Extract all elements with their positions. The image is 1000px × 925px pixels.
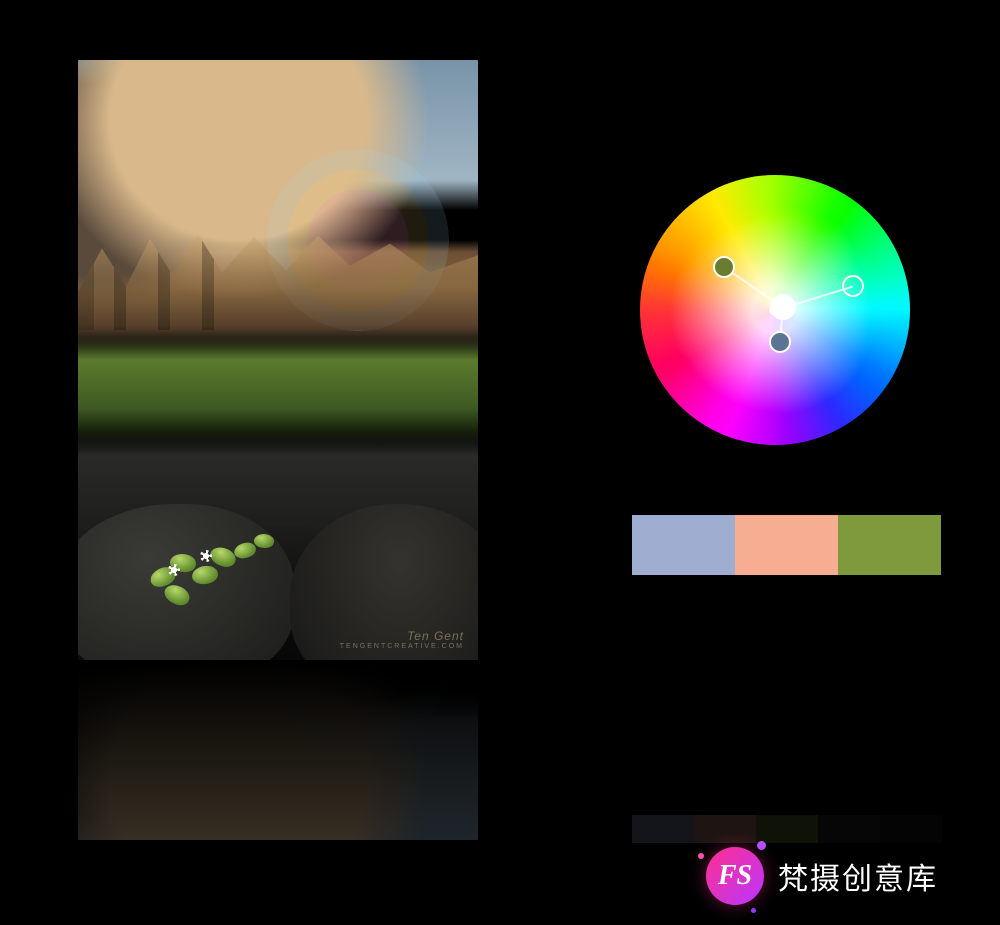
brand-name: 梵摄创意库	[778, 854, 938, 898]
swatch-olive[interactable]	[838, 515, 941, 575]
brand-logo-text: FS	[718, 860, 752, 892]
landscape-photo: Ten Gent TENGENTCREATIVE.COM	[78, 60, 478, 660]
dot-icon	[757, 841, 766, 850]
faint-strip	[632, 815, 942, 843]
swatch-blue[interactable]	[632, 515, 735, 575]
color-wheel[interactable]	[640, 175, 910, 445]
green-node[interactable]	[713, 256, 735, 278]
blue-node[interactable]	[769, 331, 791, 353]
palette-swatches	[632, 515, 941, 575]
center-node[interactable]	[770, 294, 796, 320]
brand-logo-circle: FS	[706, 847, 764, 905]
canvas: Ten Gent TENGENTCREATIVE.COM FS 梵摄创意库	[0, 0, 1000, 925]
photo-signature: Ten Gent TENGENTCREATIVE.COM	[340, 629, 464, 650]
photo-reflection	[78, 660, 478, 840]
dot-icon	[698, 853, 704, 859]
mountain-ridge	[78, 234, 478, 330]
signature-url: TENGENTCREATIVE.COM	[340, 643, 464, 650]
dot-icon	[751, 908, 756, 913]
swatch-salmon[interactable]	[735, 515, 838, 575]
pink-node[interactable]	[842, 275, 864, 297]
brand-watermark: FS 梵摄创意库	[706, 847, 938, 905]
foreground-plant	[150, 474, 302, 606]
signature-name: Ten Gent	[340, 629, 464, 643]
